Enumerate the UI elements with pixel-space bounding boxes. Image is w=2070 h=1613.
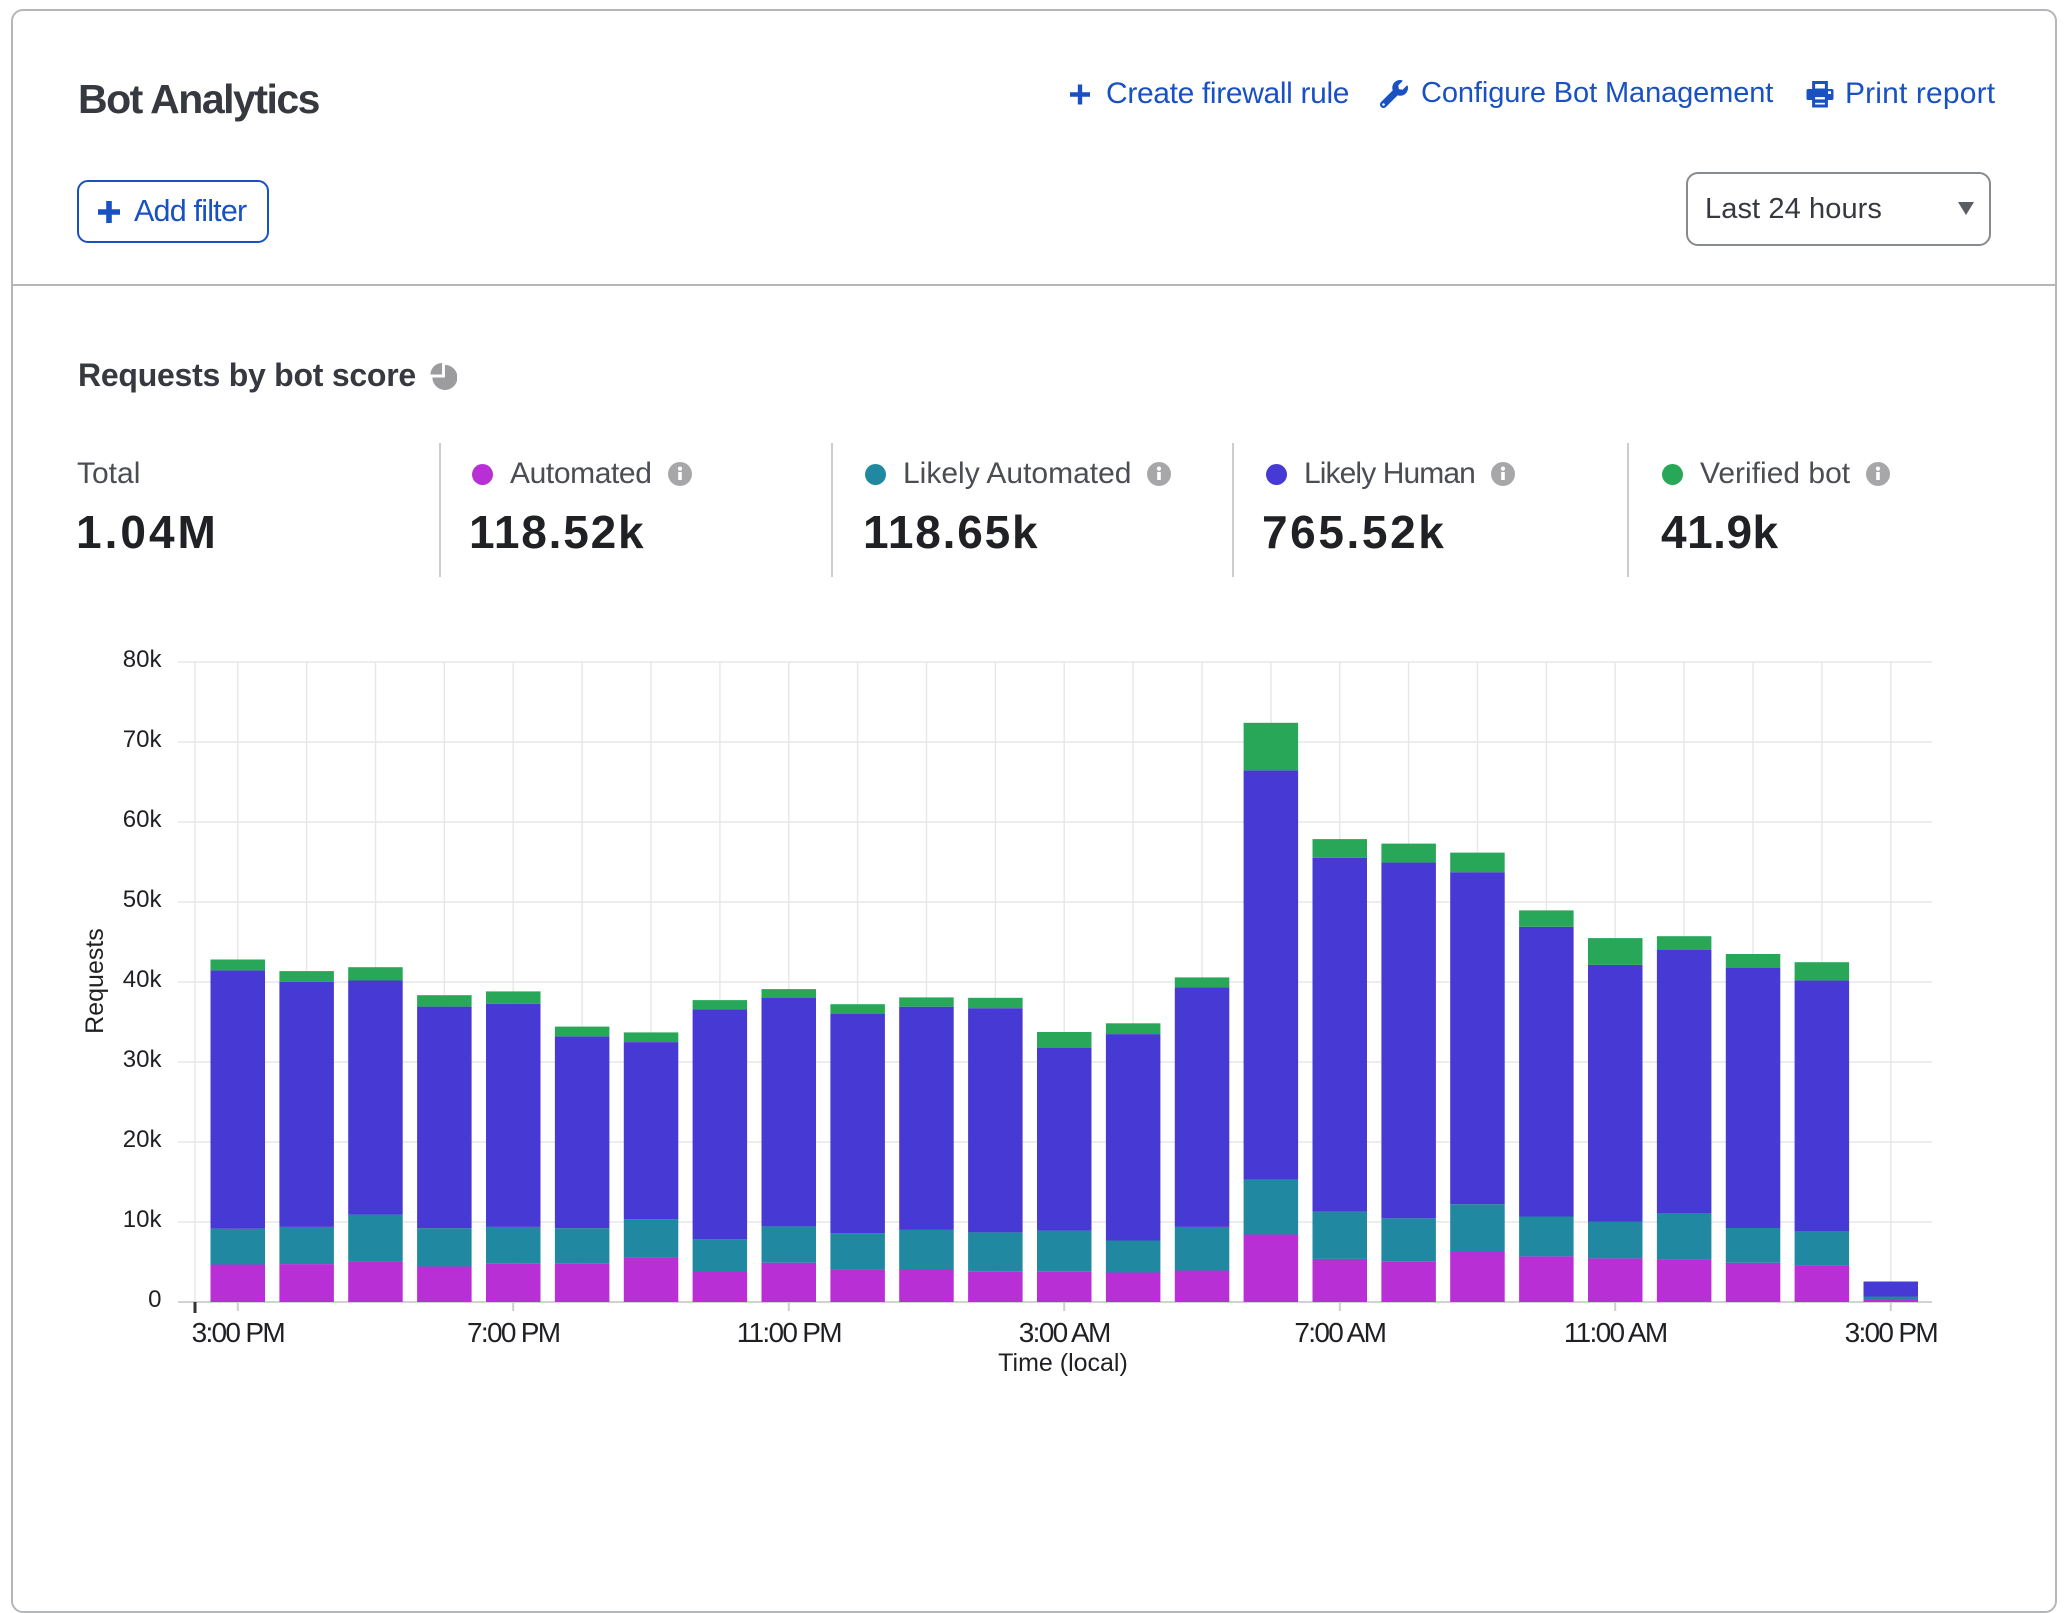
svg-text:0: 0 [148,1286,161,1313]
svg-text:50k: 50k [123,886,163,913]
svg-text:3:00 PM: 3:00 PM [192,1317,285,1348]
svg-text:40k: 40k [123,966,163,993]
svg-text:3:00 AM: 3:00 AM [1019,1317,1110,1348]
svg-text:11:00 PM: 11:00 PM [737,1317,842,1348]
svg-text:80k: 80k [123,646,163,673]
svg-text:30k: 30k [123,1046,163,1073]
svg-text:3:00 PM: 3:00 PM [1845,1317,1938,1348]
svg-text:11:00 AM: 11:00 AM [1564,1317,1667,1348]
svg-text:7:00 PM: 7:00 PM [467,1317,560,1348]
svg-text:70k: 70k [123,726,163,753]
svg-text:20k: 20k [123,1126,163,1153]
svg-text:10k: 10k [123,1206,163,1233]
svg-text:Requests: Requests [81,928,109,1034]
svg-text:Time (local): Time (local) [998,1349,1128,1377]
svg-text:60k: 60k [123,806,163,833]
svg-text:7:00 AM: 7:00 AM [1294,1317,1385,1348]
